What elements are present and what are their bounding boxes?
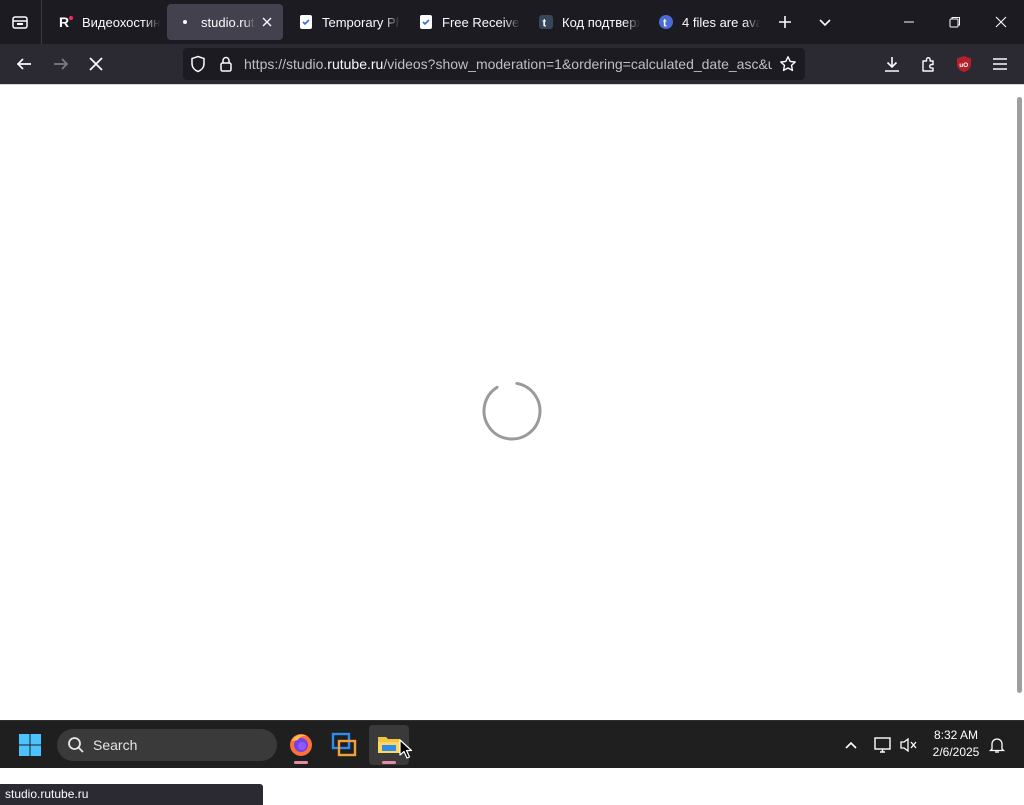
loading-spinner-icon (482, 381, 542, 441)
tab-studio-rutube[interactable]: studio.rutube.ru (167, 4, 283, 40)
network-tray-button[interactable] (872, 734, 894, 756)
url-host: rutube.ru (327, 56, 384, 72)
windows-taskbar: Search 8:32 AM 2/6/2025 (0, 720, 1024, 768)
vertical-scrollbar[interactable] (1017, 97, 1022, 693)
status-bar: studio.rutube.ru (0, 784, 263, 805)
stop-button[interactable] (82, 50, 110, 78)
svg-text:uO: uO (959, 62, 968, 69)
close-icon (995, 16, 1007, 28)
url-prefix: https://studio. (244, 56, 328, 72)
notifications-button[interactable] (986, 734, 1008, 756)
tab-files-available[interactable]: t 4 files are available (648, 4, 760, 40)
page-content: studio.rutube.ru (0, 84, 1024, 805)
taskbar-search[interactable]: Search (57, 729, 277, 761)
app-menu-button[interactable] (988, 52, 1012, 76)
volume-tray-button[interactable] (898, 734, 920, 756)
list-all-tabs-button[interactable] (813, 10, 837, 34)
running-indicator (294, 761, 308, 764)
minimize-button[interactable] (886, 0, 932, 44)
clock-time: 8:32 AM (933, 728, 979, 742)
mouse-cursor-icon (399, 739, 413, 759)
restore-icon (949, 17, 960, 28)
ublock-origin-button[interactable]: uO (952, 52, 976, 76)
svg-text:t: t (543, 18, 547, 30)
tab-strip: R Видеохостинг studio.rutube.ru Temporar… (0, 0, 1024, 44)
forward-button[interactable] (47, 50, 75, 78)
close-window-button[interactable] (978, 0, 1024, 44)
search-icon (68, 737, 84, 753)
firefox-icon (290, 734, 312, 756)
windows-start-icon[interactable] (18, 733, 42, 757)
hamburger-menu-icon (993, 58, 1007, 70)
tracking-protection-shield-icon[interactable] (189, 55, 207, 73)
tab-temporary-phone[interactable]: Temporary Phone (288, 4, 400, 40)
firefox-view-button[interactable] (8, 10, 32, 34)
svg-text:t: t (663, 18, 667, 30)
document-shield-icon (298, 14, 314, 30)
url-path: /videos?show_moderation=1&ordering=calcu… (383, 56, 772, 72)
tab-label: studio.rutube.ru (201, 14, 255, 30)
tab-label: Видеохостинг (82, 14, 160, 30)
tumblr-t-icon: t (538, 14, 554, 30)
chevron-up-icon (845, 741, 857, 749)
stop-x-icon (89, 57, 103, 71)
svg-text:R: R (59, 14, 69, 30)
downloads-button[interactable] (880, 52, 904, 76)
tab-label: 4 files are available (682, 14, 760, 30)
restore-button[interactable] (932, 0, 978, 44)
minimize-icon (904, 21, 914, 23)
display-network-icon (874, 737, 891, 753)
firefox-view-icon (12, 16, 28, 29)
running-indicator (382, 761, 396, 764)
tumblr-t-icon: t (658, 14, 674, 30)
taskbar-firefox[interactable] (281, 725, 321, 765)
new-tab-button[interactable] (773, 10, 797, 34)
back-button[interactable] (10, 50, 38, 78)
taskbar-remote-desktop[interactable] (324, 725, 364, 765)
close-tab-icon[interactable] (259, 14, 275, 30)
tab-verification-code[interactable]: t Код подтверждения (528, 4, 640, 40)
loading-dot-icon (177, 14, 193, 30)
arrow-right-icon (54, 58, 69, 70)
bell-icon (988, 738, 1006, 753)
show-hidden-icons-button[interactable] (840, 734, 862, 756)
arrow-left-icon (16, 58, 31, 70)
tab-videohosting[interactable]: R Видеохостинг (48, 4, 160, 40)
plus-icon (779, 16, 791, 28)
tab-label: Free Receive SMS (442, 14, 520, 30)
speaker-muted-icon (900, 737, 917, 753)
tab-label: Код подтверждения (562, 14, 640, 30)
bookmark-star-icon[interactable] (779, 55, 797, 73)
clock-date: 2/6/2025 (932, 745, 980, 759)
url-bar[interactable]: https://studio.rutube.ru/videos?show_mod… (183, 48, 805, 80)
lock-icon[interactable] (217, 55, 235, 73)
tab-divider (41, 0, 42, 44)
tab-label: Temporary Phone (322, 14, 400, 30)
rutube-r-icon: R (58, 14, 74, 30)
remote-desktop-icon (331, 732, 357, 757)
search-placeholder: Search (93, 737, 138, 753)
extensions-button[interactable] (917, 52, 941, 76)
download-icon (885, 57, 899, 72)
ublock-shield-icon: uO (957, 56, 971, 72)
tab-free-receive-sms[interactable]: Free Receive SMS (408, 4, 520, 40)
taskbar-clock[interactable]: 8:32 AM 2/6/2025 (926, 727, 986, 761)
chevron-down-icon (819, 19, 831, 27)
document-shield-icon (418, 14, 434, 30)
puzzle-icon (922, 57, 934, 72)
navigation-toolbar: https://studio.rutube.ru/videos?show_mod… (0, 44, 1024, 84)
url-text[interactable]: https://studio.rutube.ru/videos?show_mod… (244, 55, 772, 73)
